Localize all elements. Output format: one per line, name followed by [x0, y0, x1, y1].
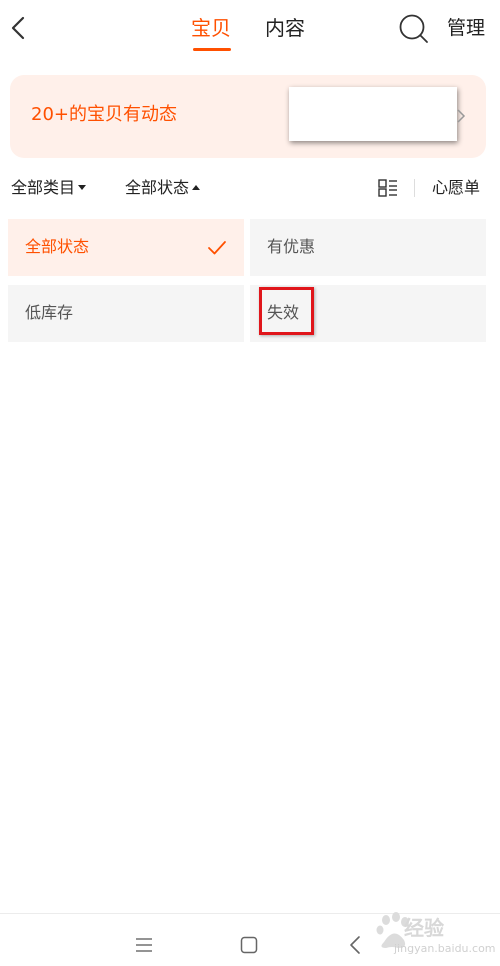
- category-filter-dropdown[interactable]: 全部类目: [11, 176, 87, 200]
- banner-thumbnail-card: [289, 87, 457, 141]
- search-icon: [399, 14, 428, 43]
- status-option-label: 有优惠: [267, 237, 316, 256]
- search-button[interactable]: [398, 13, 430, 45]
- tab-baobei[interactable]: 宝贝: [191, 14, 231, 42]
- status-option-low-stock[interactable]: 低库存: [8, 285, 244, 342]
- tab-neirong[interactable]: 内容: [265, 14, 305, 42]
- status-option-all[interactable]: 全部状态: [8, 219, 244, 276]
- menu-lines-icon[interactable]: [135, 937, 153, 953]
- active-tab-indicator: [193, 48, 231, 51]
- banner-text: 20+的宝贝有动态: [31, 104, 177, 125]
- wishlist-button[interactable]: 心愿单: [432, 176, 480, 200]
- status-option-label: 低库存: [25, 303, 74, 322]
- filter-divider: [414, 179, 415, 197]
- back-arrow-icon: [11, 16, 25, 40]
- category-filter-label: 全部类目: [11, 178, 76, 197]
- home-square-icon[interactable]: [240, 936, 258, 954]
- annotation-highlight-box: [259, 287, 314, 335]
- checkmark-icon: [208, 241, 226, 255]
- back-button[interactable]: [6, 12, 32, 44]
- watermark-url: jingyan.baidu.com: [394, 942, 496, 955]
- updates-banner[interactable]: 20+的宝贝有动态: [10, 75, 486, 158]
- caret-up-icon: [192, 184, 201, 190]
- top-navigation-bar: 宝贝 内容 管理: [0, 0, 500, 60]
- watermark-text: 经验: [404, 916, 444, 940]
- grid-list-icon: [378, 179, 397, 197]
- caret-down-icon: [78, 184, 87, 190]
- status-option-discount[interactable]: 有优惠: [250, 219, 486, 276]
- status-option-label: 全部状态: [25, 237, 90, 256]
- status-filter-dropdown[interactable]: 全部状态: [125, 176, 201, 200]
- chevron-right-icon: [457, 109, 466, 123]
- filter-bar: 全部类目 全部状态 心愿单: [0, 170, 500, 206]
- status-filter-label: 全部状态: [125, 178, 190, 197]
- back-chevron-icon[interactable]: [349, 935, 361, 955]
- manage-button[interactable]: 管理: [447, 14, 485, 42]
- layout-toggle-button[interactable]: [378, 179, 398, 197]
